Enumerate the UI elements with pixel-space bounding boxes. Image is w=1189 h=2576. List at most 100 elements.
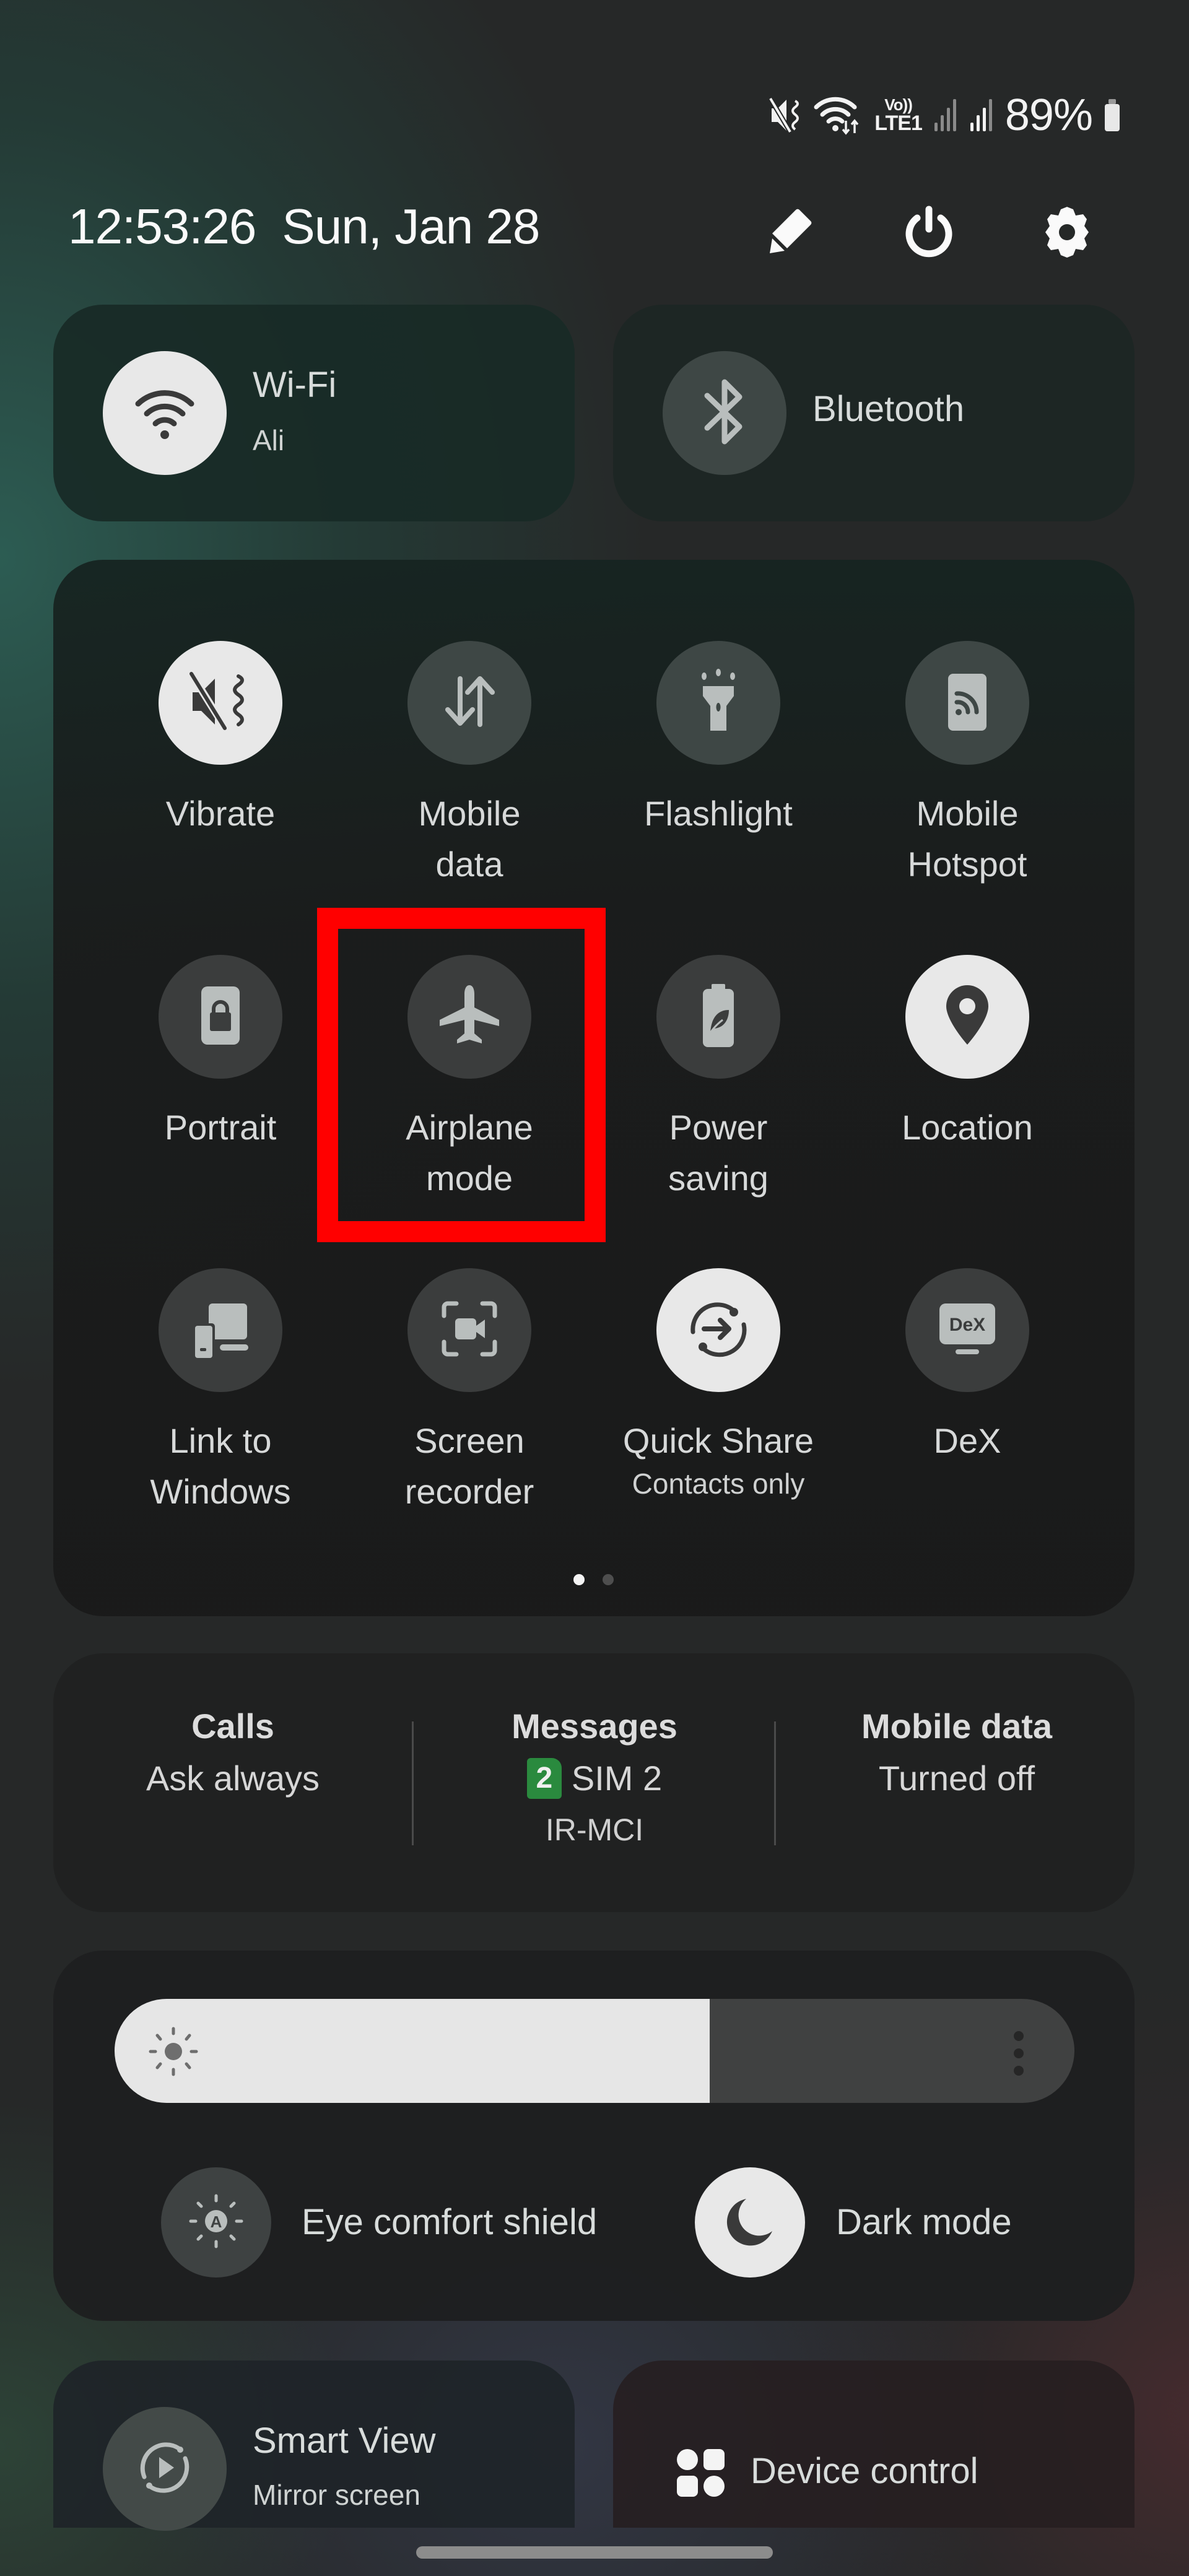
mobile-data-icon (435, 668, 503, 739)
tile-portrait-toggle[interactable] (159, 955, 282, 1079)
tile-mobile-hotspot-label: Mobile Hotspot (907, 794, 1027, 884)
signal-sim2-icon (969, 98, 994, 133)
wifi-icon (131, 378, 199, 449)
smart-view-sublabel: Mirror screen (253, 2479, 420, 2511)
tile-dex-label: DeX (933, 1421, 1001, 1460)
wifi-toggle[interactable] (103, 351, 227, 475)
smart-view-icon (131, 2434, 199, 2505)
sim-messages-title: Messages (512, 1707, 677, 1746)
tile-vibrate[interactable]: Vibrate (97, 641, 344, 839)
wifi-data-icon (814, 94, 863, 137)
quick-share-icon (684, 1295, 752, 1366)
wifi-pill[interactable]: Wi-Fi Ali (53, 305, 575, 521)
tile-mobile-data-label: Mobile data (418, 794, 521, 884)
bluetooth-pill[interactable]: Bluetooth (613, 305, 1135, 521)
power-icon (901, 204, 957, 263)
edit-button[interactable] (757, 199, 825, 268)
divider (774, 1721, 776, 1845)
sim-messages[interactable]: Messages 2 SIM 2 IR-MCI (433, 1704, 756, 1852)
vibrate-icon (186, 668, 255, 739)
tile-quick-share[interactable]: Quick Share Contacts only (594, 1268, 842, 1501)
page-indicator-inactive[interactable] (603, 1574, 614, 1585)
wifi-label: Wi-Fi (253, 365, 337, 405)
tile-power-saving-label: Power saving (668, 1108, 769, 1198)
sim-mobile-data-title: Mobile data (861, 1707, 1053, 1746)
tile-screen-recorder[interactable]: Screen recorder (346, 1268, 593, 1517)
portrait-lock-icon (186, 981, 255, 1053)
sim2-badge-icon: 2 (526, 1758, 562, 1799)
dex-icon: DeX (933, 1295, 1001, 1366)
smart-view-toggle[interactable] (103, 2407, 227, 2531)
device-control-icon (675, 2447, 727, 2502)
bluetooth-toggle[interactable] (663, 351, 786, 475)
brightness-sun-icon (146, 2024, 201, 2082)
tile-vibrate-toggle[interactable] (159, 641, 282, 765)
tile-screen-recorder-label: Screen recorder (404, 1421, 534, 1511)
settings-button[interactable] (1033, 199, 1101, 268)
sim-calls-title: Calls (191, 1707, 274, 1746)
sim-messages-carrier: IR-MCI (545, 1812, 644, 1847)
brightness-more-options-icon[interactable] (1013, 2030, 1025, 2080)
power-button[interactable] (895, 199, 963, 268)
tile-flashlight-label: Flashlight (644, 794, 793, 833)
date: Sun, Jan 28 (282, 199, 540, 254)
tile-flashlight[interactable]: Flashlight (594, 641, 842, 839)
tile-link-to-windows-toggle[interactable] (159, 1268, 282, 1392)
flashlight-icon (684, 668, 752, 739)
tile-screen-recorder-toggle[interactable] (407, 1268, 531, 1392)
smart-view-pill[interactable]: Smart View Mirror screen (53, 2361, 575, 2531)
smart-view-label: Smart View (253, 2421, 436, 2461)
status-bar: Vo)) LTE1 89% (768, 87, 1121, 144)
screen-recorder-icon (435, 1295, 503, 1366)
tile-mobile-data[interactable]: Mobile data (346, 641, 593, 890)
tile-mobile-hotspot-toggle[interactable] (905, 641, 1029, 765)
clock-date: 12:53:26 Sun, Jan 28 (68, 198, 540, 255)
tile-power-saving-toggle[interactable] (656, 955, 780, 1079)
annotation-highlight-box (317, 908, 606, 1242)
tile-location-toggle[interactable] (905, 955, 1029, 1079)
eye-comfort-toggle[interactable]: A (161, 2167, 271, 2278)
tile-portrait[interactable]: Portrait (97, 955, 344, 1153)
device-control-pill[interactable]: Device control (613, 2361, 1135, 2528)
eye-comfort-label[interactable]: Eye comfort shield (302, 2201, 597, 2243)
tile-quick-share-toggle[interactable] (656, 1268, 780, 1392)
tile-flashlight-toggle[interactable] (656, 641, 780, 765)
tile-dex[interactable]: DeX DeX (843, 1268, 1091, 1466)
tile-location-label: Location (902, 1108, 1033, 1147)
bluetooth-label: Bluetooth (812, 389, 965, 429)
device-control-label: Device control (751, 2451, 978, 2491)
tile-mobile-hotspot[interactable]: Mobile Hotspot (843, 641, 1091, 890)
dark-mode-label[interactable]: Dark mode (836, 2201, 1012, 2243)
sim-messages-value: SIM 2 (571, 1759, 663, 1798)
moon-icon (719, 2190, 781, 2255)
tile-quick-share-sublabel: Contacts only (632, 1468, 805, 1500)
tile-mobile-data-toggle[interactable] (407, 641, 531, 765)
tile-location[interactable]: Location (843, 955, 1091, 1153)
tile-link-to-windows[interactable]: Link to Windows (97, 1268, 344, 1517)
tile-quick-share-label: Quick Share (622, 1421, 814, 1460)
volte-lte-icon: Vo)) LTE1 (874, 95, 923, 135)
gear-icon (1039, 204, 1095, 263)
sim-calls[interactable]: Calls Ask always (72, 1704, 394, 1808)
pencil-icon (765, 206, 817, 261)
battery-icon (1104, 98, 1121, 133)
home-gesture-bar[interactable] (416, 2546, 773, 2559)
vibrate-mute-icon (768, 95, 803, 136)
wifi-network-name: Ali (253, 424, 285, 456)
tile-power-saving[interactable]: Power saving (594, 955, 842, 1204)
page-indicator-active[interactable] (573, 1574, 585, 1585)
tile-dex-toggle[interactable]: DeX (905, 1268, 1029, 1392)
sim-calls-value: Ask always (146, 1759, 320, 1798)
hotspot-icon (933, 668, 1001, 739)
clock-time: 12:53:26 (68, 199, 256, 254)
svg-text:DeX: DeX (949, 1315, 985, 1335)
dark-mode-toggle[interactable] (695, 2167, 805, 2278)
battery-percent: 89% (1004, 90, 1093, 140)
sim-messages-value-row: 2 SIM 2 (433, 1749, 756, 1808)
tile-link-to-windows-label: Link to Windows (150, 1421, 291, 1511)
power-saving-icon (684, 981, 752, 1053)
brightness-slider[interactable] (115, 1999, 1074, 2103)
sim-mobile-data[interactable]: Mobile data Turned off (796, 1704, 1118, 1808)
brightness-slider-fill[interactable] (115, 1999, 710, 2103)
signal-sim1-icon (933, 98, 958, 133)
